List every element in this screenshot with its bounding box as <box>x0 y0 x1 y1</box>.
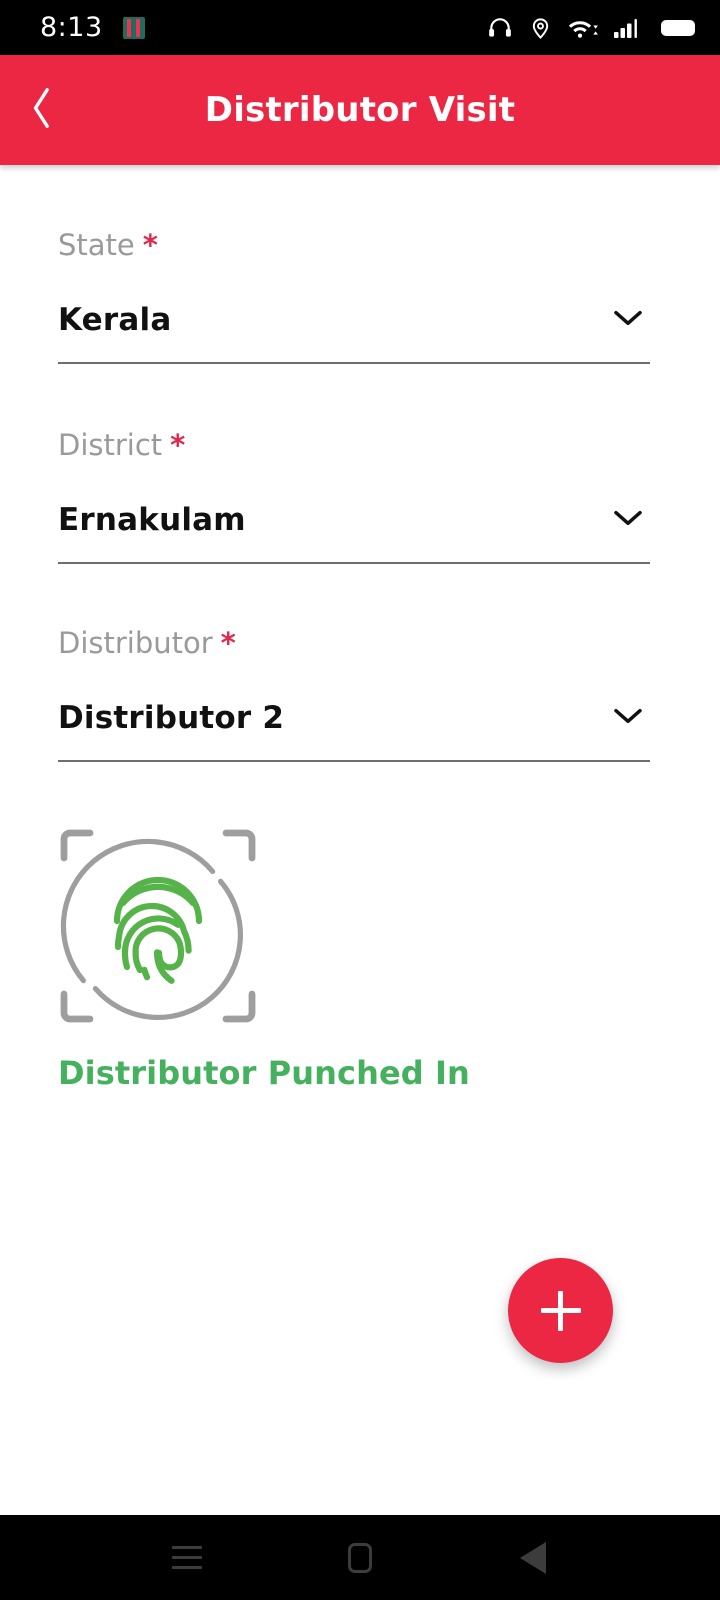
wifi-icon <box>568 16 598 40</box>
add-button[interactable] <box>508 1258 613 1363</box>
back-chevron-icon <box>25 82 59 138</box>
required-asterisk: * <box>220 626 236 660</box>
field-state-control[interactable]: Kerala <box>58 302 662 338</box>
location-pin-icon <box>529 15 552 41</box>
field-distributor-label-row: Distributor * <box>58 626 662 660</box>
field-state-underline <box>58 362 650 364</box>
menu-lines-icon <box>171 1546 202 1569</box>
field-district-control[interactable]: Ernakulam <box>58 502 662 538</box>
fingerprint-scanner-icon[interactable] <box>58 826 258 1026</box>
field-distributor-label: Distributor <box>58 626 213 660</box>
required-asterisk: * <box>170 428 186 462</box>
app-header: Distributor Visit <box>0 55 720 165</box>
nav-home-button[interactable] <box>315 1515 405 1600</box>
status-bar-left: 8:13 <box>40 12 145 43</box>
field-distributor-value: Distributor 2 <box>58 700 285 736</box>
battery-icon <box>660 17 698 39</box>
field-district[interactable]: District * Ernakulam <box>58 428 662 564</box>
back-button[interactable] <box>0 55 84 165</box>
chevron-down-icon[interactable] <box>612 508 644 532</box>
home-square-icon <box>347 1542 372 1573</box>
nav-back-button[interactable] <box>488 1515 578 1600</box>
field-state-label-row: State * <box>58 228 662 262</box>
field-distributor-underline <box>58 760 650 762</box>
status-bar: 8:13 <box>0 0 720 55</box>
field-distributor-control[interactable]: Distributor 2 <box>58 700 662 736</box>
field-state-value: Kerala <box>58 302 172 338</box>
signal-bars-icon <box>614 16 644 40</box>
status-bar-right <box>487 15 698 41</box>
field-state-label: State <box>58 228 135 262</box>
nav-recents-button[interactable] <box>142 1515 232 1600</box>
chevron-down-icon[interactable] <box>612 706 644 730</box>
chevron-down-icon[interactable] <box>612 308 644 332</box>
phone-screen: 8:13 Distributor Visit State * Kerala Di… <box>0 0 720 1600</box>
back-triangle-icon <box>520 1541 547 1574</box>
field-district-label-row: District * <box>58 428 662 462</box>
field-district-value: Ernakulam <box>58 502 246 538</box>
field-state[interactable]: State * Kerala <box>58 228 662 364</box>
notification-app-icon <box>122 16 145 39</box>
plus-icon-vertical <box>558 1290 563 1331</box>
headphones-icon <box>487 15 513 41</box>
page-title: Distributor Visit <box>204 90 516 130</box>
required-asterisk: * <box>142 228 158 262</box>
field-distributor[interactable]: Distributor * Distributor 2 <box>58 626 662 762</box>
android-nav-bar <box>0 1515 720 1600</box>
status-bar-clock: 8:13 <box>40 12 103 43</box>
field-district-underline <box>58 562 650 564</box>
punch-status-text: Distributor Punched In <box>58 1054 470 1092</box>
field-district-label: District <box>58 428 163 462</box>
